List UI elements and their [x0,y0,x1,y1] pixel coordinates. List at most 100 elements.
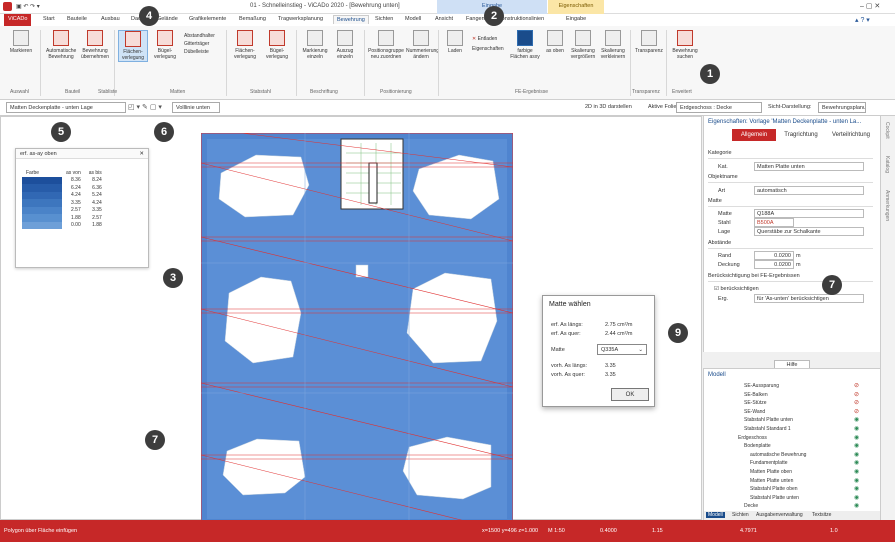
tab-ansicht[interactable]: Ansicht [432,15,456,23]
matten-buegelverlegung-button[interactable]: Bügel-verlegung [150,30,180,60]
tab-grafikelemente[interactable]: Grafikelemente [186,15,229,23]
tree-item[interactable]: Stabstahl Standard 1 [744,426,791,432]
tab-sichten[interactable]: Sichten [732,512,749,518]
quick-access-toolbar[interactable]: ▣ ↶ ↷ ▾ [16,3,40,10]
show-3d-toggle[interactable]: 2D in 3D darstellen [585,104,632,110]
matte-select[interactable]: Q335A ⌄ [597,344,647,355]
eigenschaften-item[interactable]: Eigenschaften [472,44,504,54]
tree-item[interactable]: Erdgeschoss [738,435,767,441]
tree-item[interactable]: Matten Platte oben [750,469,792,475]
tab-tragwerksplanung[interactable]: Tragwerksplanung [275,15,326,23]
tab-sichten[interactable]: Sichten [372,15,396,23]
entladen-item[interactable]: ✕ Entladen [472,34,504,44]
visibility-icon[interactable]: ⊘ [854,408,859,415]
legend-window[interactable]: erf. as-ay oben ✕ Farbe as von as bis 8.3… [15,148,149,268]
visibility-icon[interactable]: ⊘ [854,399,859,406]
rail-anmerkungen[interactable]: Anmerkungen [884,190,890,221]
tree-item[interactable]: SE-Balken [744,392,768,398]
automatische-bewehrung-button[interactable]: Automatische Bewehrung [46,30,76,60]
tab-bauteile[interactable]: Bauteile [64,15,90,23]
tab-start[interactable]: Start [40,15,58,23]
section-matte[interactable]: Matte [708,198,873,207]
tree-item[interactable]: SE-Wand [744,409,765,415]
visibility-icon[interactable]: ◉ [854,477,859,484]
visibility-icon[interactable]: ◉ [854,494,859,501]
toolbar-icons[interactable]: ◰ ▾ ✎ ▢ ▾ [128,103,162,111]
duebelleiste-item[interactable]: Dübelleiste [184,48,215,56]
art-select[interactable]: automatisch [754,186,864,195]
visibility-icon[interactable]: ◉ [854,459,859,466]
section-objektname[interactable]: Objektname [708,174,873,183]
tab-textsitze[interactable]: Textsitze [812,512,831,518]
matte-select[interactable]: Q188A [754,209,864,218]
stabstahl-flaechenverlegung-button[interactable]: Flächen-verlegung [230,30,260,60]
matte-waehlen-dialog[interactable]: Matte wählen erf. As längs: 2.75 cm²/m e… [542,295,655,407]
tab-allgemein[interactable]: Allgemein [732,129,776,141]
tree-item[interactable]: Stabstahl Platte unten [750,495,799,501]
tree-item[interactable]: Decke [744,503,758,509]
slab-plan[interactable] [201,133,513,525]
tree-item[interactable]: Matten Platte unten [750,478,793,484]
kat-select[interactable]: Matten Platte unten [754,162,864,171]
skalierung-verkleinern-button[interactable]: Skalierung verkleinern [598,30,628,60]
tab-eingabe[interactable]: Eingabe [563,15,589,23]
markieren-button[interactable]: Markieren [6,30,36,54]
help-icon[interactable]: ▴ ? ▾ [855,16,870,24]
status-value-4[interactable]: 1.0 [830,528,838,534]
skalierung-vergroessern-button[interactable]: Skalierung vergrößern [568,30,598,60]
context-tab-eigenschaften[interactable]: Eigenschaften [548,0,604,14]
matten-flaechenverlegung-button[interactable]: Flächen-verlegung [118,30,148,62]
visibility-icon[interactable]: ◉ [854,425,859,432]
status-value-2[interactable]: 1.15 [652,528,663,534]
visibility-icon[interactable]: ⊘ [854,391,859,398]
as-oben-button[interactable]: as oben [540,30,570,54]
tree-item[interactable]: Bodenplatte [744,443,771,449]
visibility-icon[interactable]: ◉ [854,416,859,423]
tree-item[interactable]: Stabstahl Platte unten [744,417,793,423]
laden-button[interactable]: Laden [440,30,470,54]
status-value-3[interactable]: 4.7971 [740,528,757,534]
transparenz-button[interactable]: Transparenz [634,30,664,54]
tree-item[interactable]: SE-Aussparung [744,383,779,389]
erg-select[interactable]: für 'As-unten' berücksichtigen [754,294,864,303]
positionsgruppe-button[interactable]: Positionsgruppe neu zuordnen [368,30,404,60]
visibility-icon[interactable]: ◉ [854,442,859,449]
rand-input[interactable]: 0.0200 [754,251,794,260]
tab-bemassung[interactable]: Bemaßung [236,15,269,23]
rail-katalog[interactable]: Katalog [884,156,890,173]
tab-bewehrung[interactable]: Bewehrung [333,15,369,24]
visibility-icon[interactable]: ◉ [854,485,859,492]
lage-select[interactable]: Querstäbe zur Schalkante [754,227,864,236]
hatch-select[interactable]: Volllinie unten [172,102,220,113]
window-controls[interactable]: – ▢ ✕ [860,2,880,10]
section-kategorie[interactable]: Kategorie [708,150,873,159]
stabstahl-buegelverlegung-button[interactable]: Bügel-verlegung [262,30,292,60]
sicht-select[interactable]: Bewehrungsplanung [818,102,866,113]
nummerierung-button[interactable]: Nummerierung ändern [406,30,439,60]
close-icon[interactable]: ✕ [139,151,144,157]
rail-cockpit[interactable]: Cockpit [884,122,890,139]
abstandhalter-item[interactable]: Abstandhalter [184,32,215,40]
tab-ausbau[interactable]: Ausbau [98,15,123,23]
tab-tragrichtung[interactable]: Tragrichtung [778,129,824,141]
spacer-list[interactable]: Abstandhalter Gitterträger Dübelleiste [184,32,215,56]
tree-item[interactable]: Fundamentplatte [750,460,788,466]
app-icon[interactable] [3,2,12,11]
tab-ausgabenverwaltung[interactable]: Ausgabenverwaltung [756,512,803,518]
gittertraeger-item[interactable]: Gitterträger [184,40,215,48]
visibility-icon[interactable]: ⊘ [854,382,859,389]
visibility-icon[interactable]: ◉ [854,468,859,475]
bewehrung-uebernehmen-button[interactable]: Bewehrung übernehmen [80,30,110,60]
tab-vicado[interactable]: ViCADo [4,14,32,26]
ok-button[interactable]: OK [611,388,649,401]
markierung-einzeln-button[interactable]: Markierung einzeln [300,30,330,60]
view-select[interactable]: Matten Deckenplatte - unten Lage [6,102,126,113]
tab-verteilrichtung[interactable]: Verteilrichtung [826,129,876,141]
fe-small-list[interactable]: ✕ Entladen Eigenschaften [472,34,504,54]
tree-item[interactable]: automatische Bewehrung [750,452,806,458]
visibility-icon[interactable]: ◉ [854,451,859,458]
fe-checkbox[interactable]: ☑ berücksichtigen [714,286,759,292]
tab-modell[interactable]: Modell [402,15,424,23]
stahl-value[interactable]: B500A [754,218,794,227]
status-value-1[interactable]: 0.4000 [600,528,617,534]
